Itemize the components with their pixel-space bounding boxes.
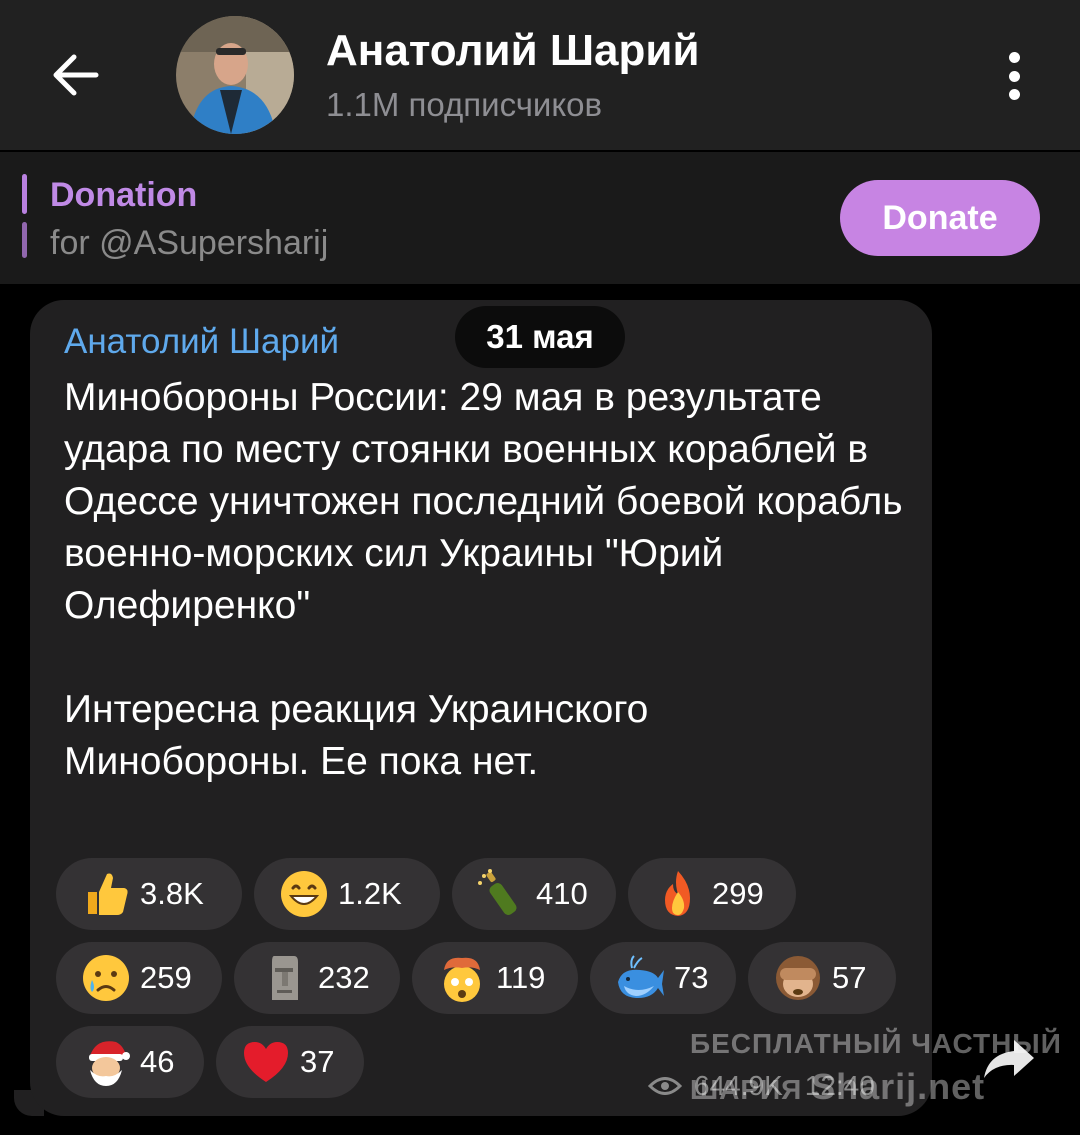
channel-title[interactable]: Анатолий Шарий xyxy=(326,26,700,76)
message-text: Минобороны России: 29 мая в результате у… xyxy=(64,372,904,788)
reaction-fire[interactable]: 299 xyxy=(628,858,796,930)
see-no-evil-monkey-icon xyxy=(776,956,820,1000)
message-time: 12:40 xyxy=(804,1070,875,1101)
reaction-santa[interactable]: 46 xyxy=(56,1026,204,1098)
share-forward-icon[interactable] xyxy=(980,1036,1038,1080)
pinned-title: Donation xyxy=(50,176,198,214)
thumbs-up-icon xyxy=(88,873,128,915)
fire-icon xyxy=(665,871,690,916)
donate-button[interactable]: Donate xyxy=(840,180,1040,256)
exploding-head-icon xyxy=(444,957,480,1002)
reaction-moai[interactable]: 232 xyxy=(234,942,400,1014)
pinned-message-bar[interactable]: Donation for @ASupersharij Donate xyxy=(0,152,1080,284)
santa-claus-icon xyxy=(89,1041,130,1086)
crying-face-icon xyxy=(83,955,129,1001)
reaction-thumbs-up[interactable]: 3.8K xyxy=(56,858,242,930)
reaction-exploding-head[interactable]: 119 xyxy=(412,942,578,1014)
message-paragraph: Интересна реакция Украинского Минобороны… xyxy=(64,688,649,783)
pinned-subtitle: for @ASupersharij xyxy=(50,224,329,262)
message-paragraph: Минобороны России: 29 мая в результате у… xyxy=(64,376,903,627)
message-meta: 644.9K 12:40 xyxy=(648,1066,875,1106)
reaction-grinning[interactable]: 1.2K xyxy=(254,858,440,930)
champagne-bottle-icon xyxy=(478,869,517,915)
reaction-crying[interactable]: 259 xyxy=(56,942,222,1014)
red-heart-icon xyxy=(244,1042,288,1082)
pin-indicator xyxy=(22,174,27,214)
eye-icon xyxy=(648,1077,682,1095)
whale-icon xyxy=(618,955,664,998)
pin-indicator-secondary xyxy=(22,222,27,258)
reaction-whale[interactable]: 73 xyxy=(590,942,736,1014)
grinning-face-icon xyxy=(281,871,327,917)
channel-avatar[interactable] xyxy=(176,16,294,134)
back-arrow-icon xyxy=(53,54,99,96)
more-options-button[interactable] xyxy=(992,48,1036,104)
back-arrow-button[interactable] xyxy=(40,40,110,110)
subscriber-count: 1.1M подписчиков xyxy=(326,86,603,123)
message-sender[interactable]: Анатолий Шарий xyxy=(64,322,339,362)
reaction-champagne[interactable]: 410 xyxy=(452,858,616,930)
reaction-see-no-evil[interactable]: 57 xyxy=(748,942,896,1014)
kebab-menu-icon xyxy=(1008,52,1020,63)
chat-header: Анатолий Шарий 1.1M подписчиков xyxy=(0,0,1080,150)
view-count: 644.9K xyxy=(694,1070,783,1101)
moai-icon xyxy=(272,956,298,1000)
date-pill: 31 мая xyxy=(455,306,625,368)
reaction-heart[interactable]: 37 xyxy=(216,1026,364,1098)
